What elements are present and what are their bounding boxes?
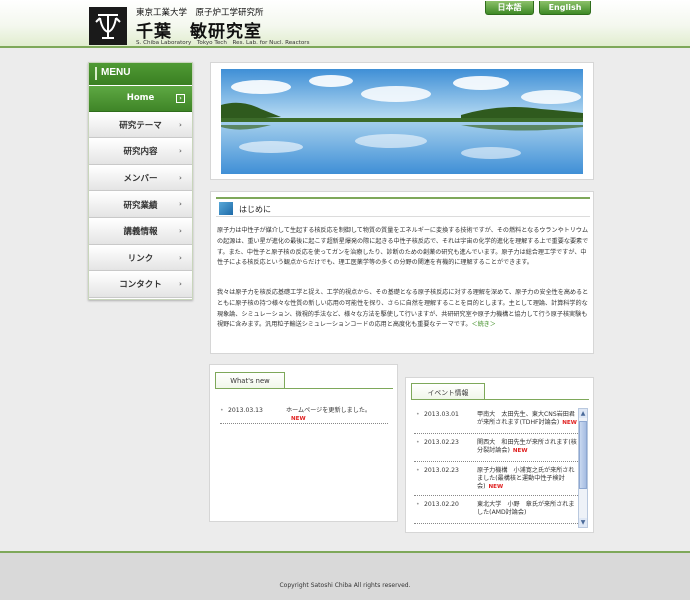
scroll-up-arrow-icon[interactable]: ▲ — [579, 409, 587, 418]
new-badge: NEW — [488, 484, 504, 490]
new-badge: NEW — [562, 420, 577, 426]
event-item: • 2013.02.23 関西大 和田先生が来所されます(核分裂討論会) NEW — [414, 434, 578, 462]
new-badge — [526, 510, 529, 516]
events-scrollbar[interactable]: ▲ ▼ — [578, 408, 588, 528]
chevron-right-icon: › — [176, 94, 185, 103]
sidebar-item-research-content[interactable]: 研究内容 › — [89, 138, 192, 165]
event-text-wrap: 甲南大 太田先生、東大CNS岩田君が来所されます(TDHF討論会) NEW — [477, 411, 578, 427]
sidebar-item-label: リンク — [127, 253, 154, 264]
intro-header: はじめに — [216, 197, 590, 217]
sidebar-item-label: 研究テーマ — [119, 120, 162, 131]
menu-title: MENU — [101, 67, 131, 78]
sidebar-item-label: メンバー — [123, 174, 158, 185]
bullet-icon: • — [220, 407, 224, 414]
new-badge: NEW — [512, 448, 528, 454]
event-date: 2013.03.01 — [424, 411, 459, 418]
sidebar-item-label: 研究内容 — [123, 147, 158, 158]
site-header: 東京工業大学 原子炉工学研究所 千葉 敏研究室 S. Chiba Laborat… — [0, 0, 690, 48]
event-date: 2013.02.20 — [424, 501, 459, 508]
whats-new-panel: What's new • 2013.03.13 ホームページを更新しました。 NE… — [209, 364, 398, 522]
lab-name-english: S. Chiba Laboratory Tokyo Tech Res. Lab.… — [136, 40, 310, 46]
intro-paragraph-2: 我々は原子力を核反応基礎工学と捉え、工学的視点から、その基礎となる原子核反応に対… — [217, 288, 591, 331]
news-item: • 2013.03.13 ホームページを更新しました。 NEW — [220, 407, 388, 424]
bullet-icon: • — [416, 411, 420, 418]
hero-image-frame — [210, 62, 594, 180]
event-date: 2013.02.23 — [424, 467, 459, 474]
section-icon — [219, 202, 233, 215]
events-panel: イベント情報 • 2013.03.01 甲南大 太田先生、東大CNS岩田君が来所… — [405, 377, 594, 533]
sidebar-item-lectures[interactable]: 講義情報 › — [89, 217, 192, 245]
news-date: 2013.03.13 — [228, 407, 263, 414]
event-text-wrap: 東北大学 小野 章氏が来所されました(AMD討論会) — [477, 501, 578, 517]
event-item: • 2013.02.20 東北大学 小野 章氏が来所されました(AMD討論会) — [414, 496, 578, 524]
event-date: 2013.02.23 — [424, 439, 459, 446]
chevron-right-icon: › — [179, 280, 182, 289]
scrollbar-thumb[interactable] — [579, 421, 587, 489]
new-badge: NEW — [291, 416, 306, 422]
event-item: • 2013.02.23 原子力機構 小浦寛之氏が来所されました(最構核と運動中… — [414, 462, 578, 496]
chevron-right-icon: › — [179, 226, 182, 235]
intro-paragraph-2-text: 我々は原子力を核反応基礎工学と捉え、工学的視点から、その基礎となる原子核反応に対… — [217, 289, 589, 329]
bullet-icon: • — [416, 439, 420, 446]
bullet-icon: • — [416, 501, 420, 508]
news-text[interactable]: ホームページを更新しました。 — [286, 407, 371, 414]
lake-landscape-image — [221, 69, 583, 174]
site-footer: Copyright Satoshi Chiba All rights reser… — [0, 553, 690, 600]
sidebar-item-label: 講義情報 — [123, 227, 158, 238]
chevron-right-icon: › — [179, 200, 182, 209]
event-text-wrap: 原子力機構 小浦寛之氏が来所されました(最構核と運動中性子検討会) NEW — [477, 467, 578, 491]
bullet-icon: • — [416, 467, 420, 474]
university-logo-icon[interactable] — [89, 7, 127, 45]
chevron-right-icon: › — [179, 120, 182, 129]
sidebar-item-links[interactable]: リンク › — [89, 244, 192, 272]
scroll-down-arrow-icon[interactable]: ▼ — [579, 518, 587, 527]
events-list[interactable]: • 2013.03.01 甲南大 太田先生、東大CNS岩田君が来所されます(TD… — [414, 406, 578, 526]
events-rule — [411, 399, 589, 400]
sidebar-item-contact[interactable]: コンタクト › — [89, 271, 192, 298]
sidebar-item-research-theme[interactable]: 研究テーマ › — [89, 111, 192, 139]
copyright-text: Copyright Satoshi Chiba All rights reser… — [279, 582, 411, 589]
read-more-link[interactable]: ＜続き＞ — [471, 321, 495, 328]
whats-new-title: What's new — [215, 372, 285, 389]
menu-header: MENU — [89, 63, 192, 85]
news-text-wrap: ホームページを更新しました。 NEW — [286, 407, 386, 423]
sidebar-item-home[interactable]: Home › — [89, 85, 192, 112]
sidebar-item-members[interactable]: メンバー › — [89, 164, 192, 192]
events-title: イベント情報 — [411, 383, 485, 400]
sidebar-item-publications[interactable]: 研究業績 › — [89, 191, 192, 218]
sidebar-menu: MENU Home › 研究テーマ › 研究内容 › メンバー › 研究業績 ›… — [88, 62, 193, 300]
intro-title: はじめに — [239, 205, 271, 214]
intro-paragraph-1: 原子力は中性子が媒介して生起する核反応を制御して物質の質量をエネルギーに変換する… — [217, 227, 589, 267]
menu-header-bar — [95, 67, 97, 80]
chevron-right-icon: › — [179, 253, 182, 262]
chevron-right-icon: › — [179, 147, 182, 156]
sidebar-item-label: 研究業績 — [123, 200, 158, 211]
language-japanese-button[interactable]: 日本語 — [485, 1, 534, 15]
whats-new-rule — [215, 388, 393, 389]
chevron-right-icon: › — [179, 173, 182, 182]
intro-section: はじめに 原子力は中性子が媒介して生起する核反応を制御して物質の質量をエネルギー… — [210, 191, 594, 354]
language-english-button[interactable]: English — [539, 1, 591, 15]
sidebar-item-label: コンタクト — [119, 280, 162, 291]
sidebar-item-label: Home — [126, 93, 155, 104]
event-text-wrap: 関西大 和田先生が来所されます(核分裂討論会) NEW — [477, 439, 578, 455]
event-item: • 2013.03.01 甲南大 太田先生、東大CNS岩田君が来所されます(TD… — [414, 406, 578, 434]
